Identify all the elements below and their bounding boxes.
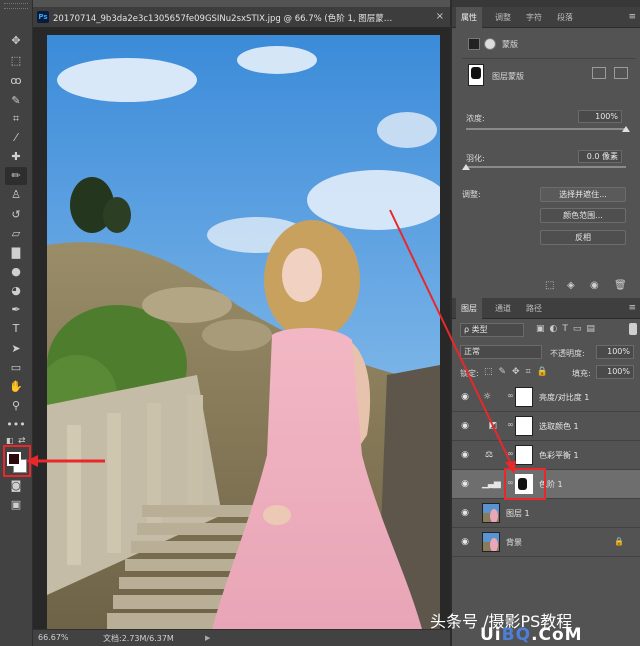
foreground-color-swatch[interactable]	[7, 452, 21, 466]
levels-highlight-box	[504, 468, 546, 500]
annotation-overlay	[26, 209, 516, 474]
watermark: 头条号 /摄影PS教程 UiBQ.CoM	[430, 604, 640, 646]
annotation-arrow-line	[389, 209, 515, 471]
watermark-line2: UiBQ.CoM	[480, 625, 583, 645]
